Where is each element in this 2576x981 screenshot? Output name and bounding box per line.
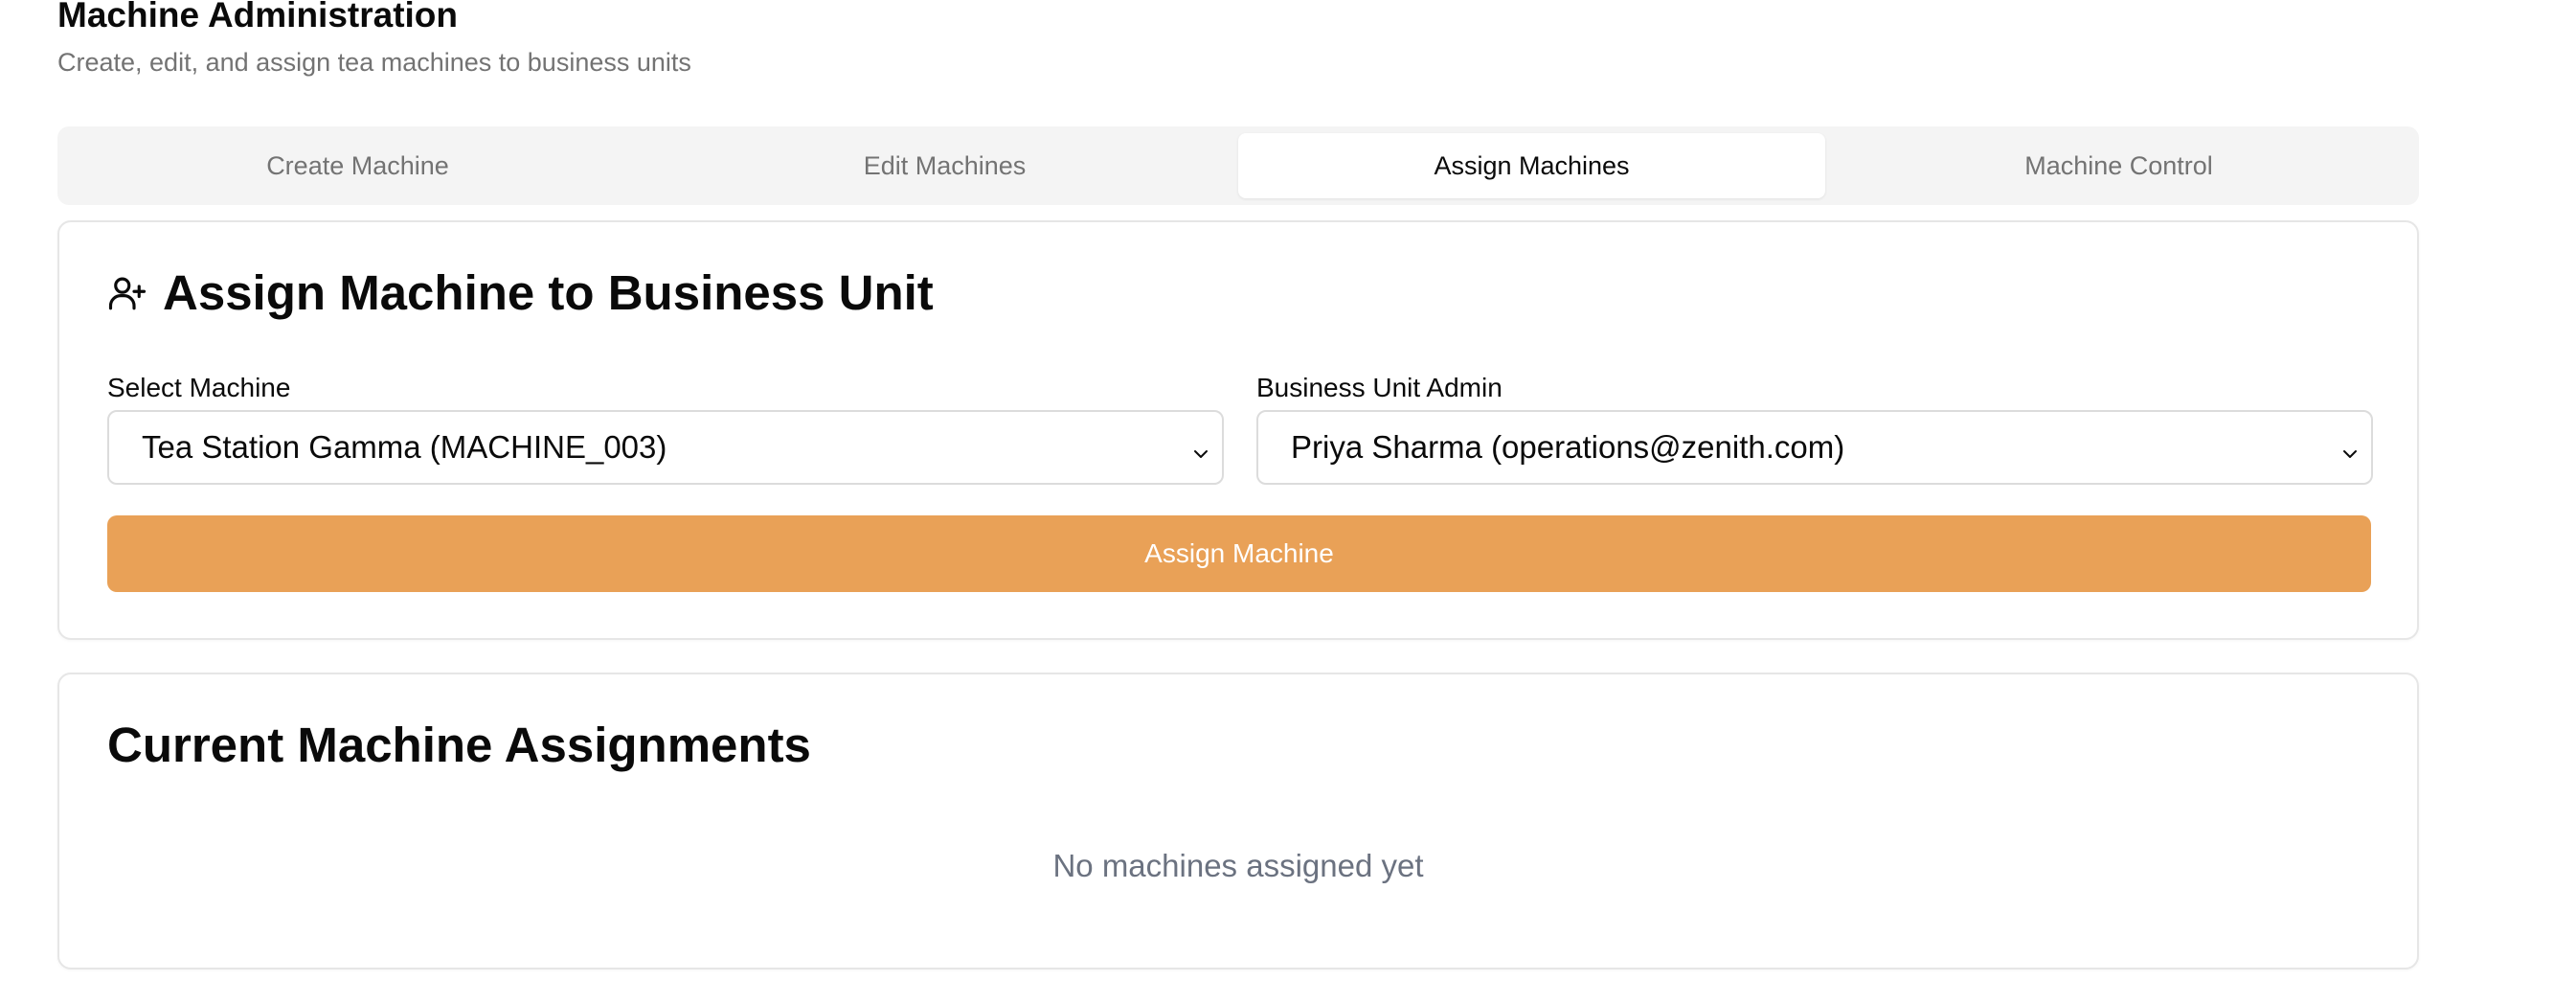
select-machine-dropdown[interactable]: Tea Station Gamma (MACHINE_003) [107, 410, 1224, 485]
user-plus-icon [107, 273, 147, 313]
business-unit-admin-value: Priya Sharma (operations@zenith.com) [1291, 429, 1845, 465]
current-assignments-card: Current Machine Assignments No machines … [57, 673, 2419, 970]
assign-machine-card: Assign Machine to Business Unit Select M… [57, 220, 2419, 640]
tab-create-machine[interactable]: Create Machine [64, 133, 651, 198]
assign-card-header: Assign Machine to Business Unit [107, 264, 934, 322]
current-assignments-title: Current Machine Assignments [107, 718, 811, 772]
assign-card-title: Assign Machine to Business Unit [163, 265, 934, 320]
chevron-down-icon [2339, 437, 2361, 473]
tab-bar: Create Machine Edit Machines Assign Mach… [57, 126, 2419, 205]
current-assignments-header: Current Machine Assignments [107, 717, 811, 774]
business-unit-admin-label: Business Unit Admin [1256, 373, 1503, 402]
select-machine-label: Select Machine [107, 373, 291, 402]
tab-machine-control[interactable]: Machine Control [1825, 133, 2412, 198]
page-subtitle: Create, edit, and assign tea machines to… [57, 48, 691, 77]
tab-edit-machines[interactable]: Edit Machines [651, 133, 1238, 198]
assign-machine-button[interactable]: Assign Machine [107, 515, 2371, 592]
business-unit-admin-dropdown[interactable]: Priya Sharma (operations@zenith.com) [1256, 410, 2373, 485]
chevron-down-icon [1189, 437, 1212, 473]
empty-state-message: No machines assigned yet [1052, 848, 1424, 883]
machine-admin-page: Machine Administration Create, edit, and… [0, 0, 2576, 981]
page-title: Machine Administration [57, 0, 459, 34]
select-machine-value: Tea Station Gamma (MACHINE_003) [142, 429, 667, 465]
tab-assign-machines[interactable]: Assign Machines [1238, 133, 1825, 198]
